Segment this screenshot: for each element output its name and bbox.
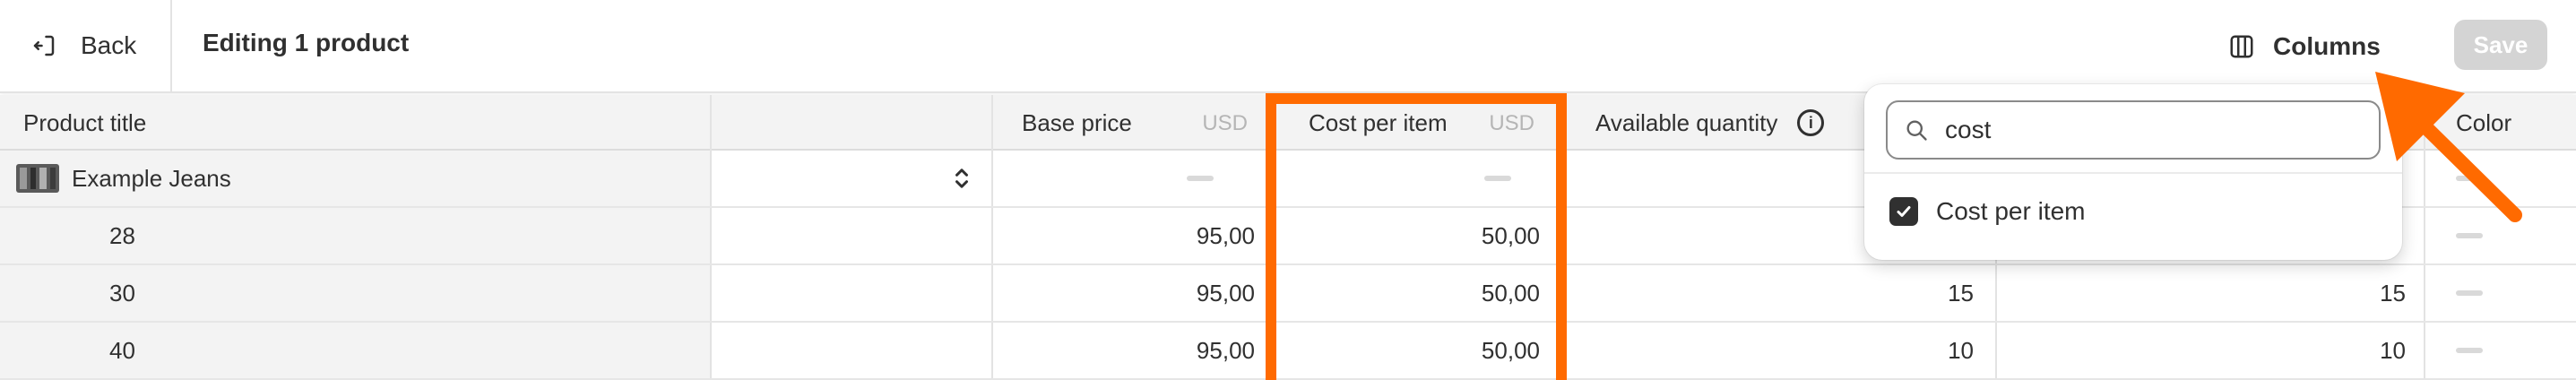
product-title-cell[interactable]: Example Jeans (0, 151, 712, 206)
column-option-label: Cost per item (1936, 197, 2086, 225)
column-search-input[interactable] (1945, 116, 2339, 144)
page-title: Editing 1 product (203, 29, 410, 56)
empty-dash (1187, 176, 1214, 181)
empty-cell (712, 208, 993, 263)
base-price-cell[interactable]: 95,00 (993, 265, 1276, 321)
header-empty (712, 95, 993, 151)
base-price-cell[interactable]: 95,00 (993, 208, 1276, 263)
status-select-cell[interactable] (712, 151, 993, 206)
topbar-divider (170, 0, 172, 93)
checkbox[interactable] (1889, 197, 1918, 226)
columns-button[interactable]: Columns (2228, 23, 2381, 70)
variant-title: 40 (109, 336, 135, 364)
empty-cell (712, 265, 993, 321)
base-price-cell[interactable] (993, 151, 1276, 206)
base-price-cell[interactable]: 95,00 (993, 323, 1276, 378)
product-title: Example Jeans (72, 164, 231, 192)
search-icon (1906, 120, 1927, 141)
header-base-price[interactable]: Base price USD (993, 95, 1276, 151)
header-color-label: Color (2456, 108, 2512, 136)
popover-divider (1864, 172, 2402, 174)
header-base-price-label: Base price (1022, 108, 1132, 136)
available-quantity-cell[interactable]: 15 (1563, 265, 1997, 321)
color-cell[interactable] (2425, 208, 2576, 263)
highlight-box (1266, 93, 1567, 380)
info-icon[interactable]: i (1797, 109, 1825, 136)
columns-label: Columns (2273, 32, 2381, 60)
header-available-quantity-label: Available quantity (1595, 108, 1778, 136)
variant-title-cell: 28 (0, 208, 712, 263)
header-product-title-label: Product title (23, 108, 147, 136)
header-product-title[interactable]: Product title (0, 95, 712, 151)
top-bar: Back Editing 1 product Columns Save (0, 0, 2576, 93)
color-cell[interactable] (2425, 151, 2576, 206)
back-button[interactable]: Back (30, 23, 136, 68)
color-cell[interactable] (2425, 323, 2576, 378)
back-label: Back (81, 31, 137, 59)
variant-title-cell: 30 (0, 265, 712, 321)
save-button[interactable]: Save (2454, 20, 2547, 70)
header-base-price-currency: USD (1202, 111, 1248, 135)
quantity-cell[interactable]: 10 (1997, 323, 2425, 378)
columns-popover: Cost per item (1864, 84, 2402, 260)
variant-title-cell: 40 (0, 323, 712, 378)
color-cell[interactable] (2425, 265, 2576, 321)
variant-title: 28 (109, 221, 135, 249)
empty-dash (2456, 176, 2483, 181)
header-color[interactable]: Color (2425, 95, 2576, 151)
check-icon (1897, 206, 1911, 217)
empty-dash (2456, 290, 2483, 296)
product-thumbnail (16, 164, 59, 193)
chevron-updown-icon (955, 168, 968, 188)
empty-dash (2456, 348, 2483, 353)
quantity-cell[interactable]: 15 (1997, 265, 2425, 321)
exit-icon (33, 35, 55, 56)
available-quantity-cell[interactable]: 10 (1563, 323, 1997, 378)
column-search-field[interactable] (1886, 100, 2381, 160)
empty-cell (712, 323, 993, 378)
column-option-cost-per-item[interactable]: Cost per item (1889, 194, 2086, 229)
empty-dash (2456, 233, 2483, 238)
columns-icon (2230, 35, 2253, 58)
variant-title: 30 (109, 279, 135, 307)
